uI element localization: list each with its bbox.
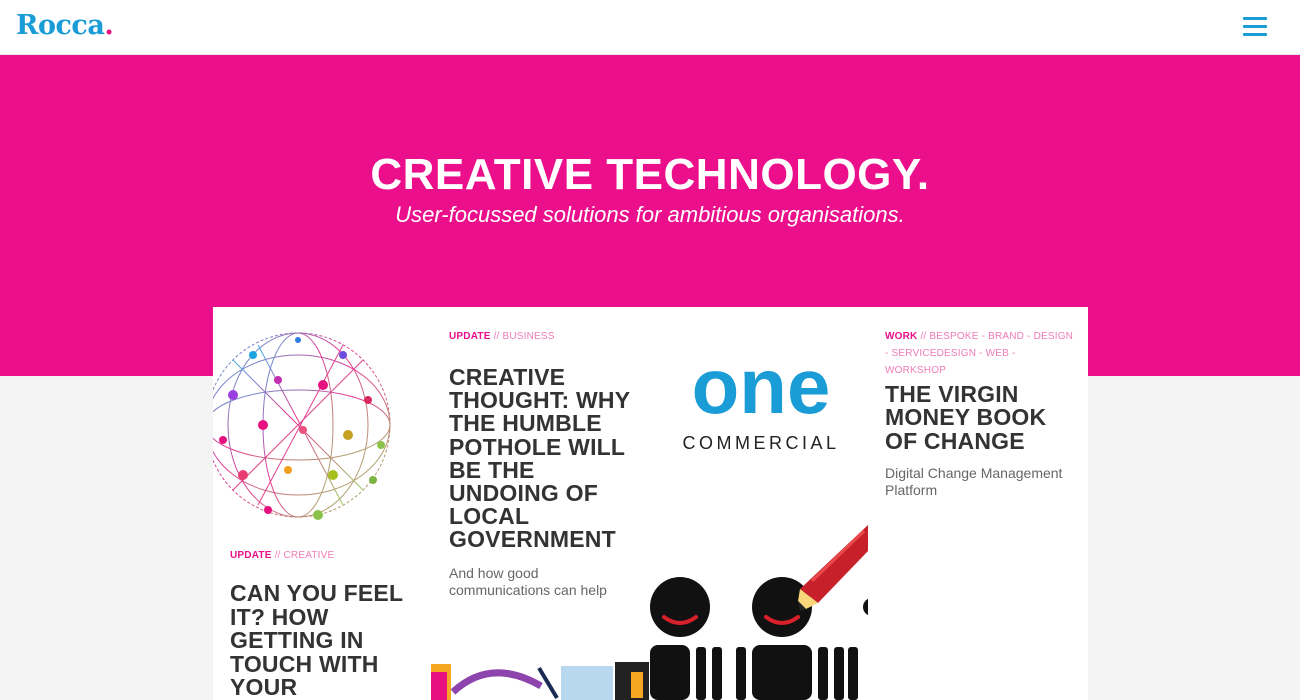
card-title[interactable]: CREATIVE THOUGHT: WHY THE HUMBLE POTHOLE…: [449, 365, 644, 552]
hero-subtitle: User-focussed solutions for ambitious or…: [395, 202, 905, 227]
card-title[interactable]: CAN YOU FEEL IT? HOW GETTING IN TOUCH WI…: [230, 581, 420, 700]
featured-cards-panel: UPDATE // CREATIVE CAN YOU FEEL IT? HOW …: [213, 307, 1088, 700]
card-tag: WORK // BESPOKE - BRAND - DESIGN - SERVI…: [885, 328, 1075, 379]
hero-title: CREATIVE TECHNOLOGY.: [370, 150, 930, 199]
tag-type: WORK: [885, 331, 918, 342]
one-commercial-logo: one COMMERCIAL: [682, 355, 839, 453]
rocca-logo[interactable]: Rocca.: [16, 10, 114, 41]
people-pencil-illustration: [650, 525, 868, 700]
tag-categories: // BUSINESS: [493, 331, 555, 342]
colorful-graphic: [431, 662, 649, 700]
card-tag: UPDATE // BUSINESS: [449, 328, 555, 345]
logo-text: Rocca: [16, 10, 105, 41]
tag-type: UPDATE: [449, 331, 491, 342]
one-logo-word: one: [692, 355, 831, 430]
card-feel-it[interactable]: UPDATE // CREATIVE CAN YOU FEEL IT? HOW …: [213, 307, 431, 700]
card-pothole[interactable]: UPDATE // BUSINESS CREATIVE THOUGHT: WHY…: [431, 307, 868, 700]
one-logo-sub: COMMERCIAL: [682, 433, 839, 453]
tag-categories: // CREATIVE: [274, 550, 335, 561]
tag-type: UPDATE: [230, 550, 272, 561]
card-title[interactable]: THE VIRGIN MONEY BOOK OF CHANGE: [885, 382, 1075, 453]
site-header: Rocca.: [0, 0, 1300, 55]
logo-dot: .: [104, 10, 114, 41]
globe-network-illustration: [213, 332, 391, 520]
card-virgin-money[interactable]: WORK // BESPOKE - BRAND - DESIGN - SERVI…: [868, 307, 1088, 700]
card-description: And how good communications can help: [449, 565, 607, 598]
hamburger-menu-icon[interactable]: [1243, 17, 1267, 37]
card-description: Digital Change Management Platform: [885, 465, 1063, 498]
card-tag: UPDATE // CREATIVE: [230, 547, 334, 564]
